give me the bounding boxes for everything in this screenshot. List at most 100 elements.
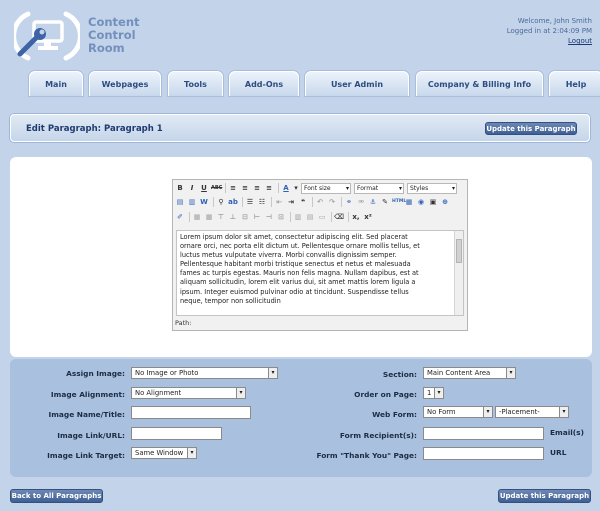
- indent-icon[interactable]: ⇥: [286, 197, 296, 207]
- chevron-down-icon: ▾: [268, 368, 277, 378]
- web-form-value: No Form: [427, 408, 456, 416]
- thank-you-page-label: Form "Thank You" Page:: [316, 451, 417, 460]
- chevron-down-icon: ▾: [559, 407, 568, 417]
- strikethrough-icon[interactable]: ABC: [211, 183, 222, 193]
- row-after-icon[interactable]: ⊥: [228, 212, 238, 222]
- toolbar-separator: [348, 212, 349, 222]
- order-on-page-select[interactable]: 1 ▾: [423, 387, 444, 399]
- image-icon[interactable]: ✎: [380, 197, 390, 207]
- media-icon[interactable]: ▦: [404, 197, 414, 207]
- blockquote-icon[interactable]: ❝: [298, 197, 308, 207]
- font-color-dropdown-icon[interactable]: ▾: [293, 183, 299, 193]
- assign-image-value: No Image or Photo: [135, 369, 199, 377]
- image-alignment-select[interactable]: No Alignment ▾: [131, 387, 246, 399]
- preview-icon[interactable]: ▣: [428, 197, 438, 207]
- unlink-icon[interactable]: ⚮: [356, 197, 366, 207]
- user-status: Welcome, John Smith Logged in at 2:04:09…: [507, 16, 592, 46]
- editor-scrollbar[interactable]: [454, 231, 463, 315]
- back-to-paragraphs-button[interactable]: Back to All Paragraphs: [10, 489, 103, 503]
- row-before-icon[interactable]: ⊤: [216, 212, 226, 222]
- toolbar-separator: [225, 183, 226, 193]
- replace-icon[interactable]: ab: [228, 197, 238, 207]
- superscript-icon[interactable]: x²: [363, 212, 373, 222]
- welcome-text: Welcome, John Smith: [517, 17, 592, 25]
- tab-webpages[interactable]: Webpages: [89, 71, 161, 96]
- update-paragraph-button-bottom[interactable]: Update this Paragraph: [498, 489, 591, 503]
- tab-help[interactable]: Help: [549, 71, 600, 96]
- zoom-icon[interactable]: ⊕: [440, 197, 450, 207]
- align-justify-icon[interactable]: ≡: [264, 183, 274, 193]
- align-left-icon[interactable]: ≡: [228, 183, 238, 193]
- image-link-target-label: Image Link Target:: [47, 451, 125, 460]
- merge-cells-icon[interactable]: ▤: [305, 212, 315, 222]
- tab-main[interactable]: Main: [29, 71, 83, 96]
- toolbar-separator: [290, 212, 291, 222]
- image-name-input[interactable]: [131, 406, 251, 419]
- section-value: Main Content Area: [427, 369, 491, 377]
- brand-name: Content Control Room: [88, 15, 140, 55]
- toolbar-separator: [242, 197, 243, 207]
- font-color-icon[interactable]: A: [281, 183, 291, 193]
- redo-icon[interactable]: ↷: [327, 197, 337, 207]
- update-paragraph-button-top[interactable]: Update this Paragraph: [485, 122, 577, 135]
- link-icon[interactable]: ⚭: [344, 197, 354, 207]
- col-after-icon[interactable]: ⊣: [264, 212, 274, 222]
- form-placement-select[interactable]: -Placement- ▾: [495, 406, 569, 418]
- remove-format-icon[interactable]: ⌫: [334, 212, 344, 222]
- horizontal-rule-icon[interactable]: ▭: [317, 212, 327, 222]
- font-size-select[interactable]: Font size: [301, 182, 351, 194]
- tab-add-ons[interactable]: Add-Ons: [229, 71, 299, 96]
- page-title-bar: Edit Paragraph: Paragraph 1 Update this …: [10, 114, 590, 142]
- outdent-icon[interactable]: ⇤: [274, 197, 284, 207]
- toolbar-row-1: B I U ABC ≡ ≡ ≡ ≡ A ▾ Font size Format S…: [175, 181, 460, 195]
- thank-you-page-input[interactable]: [423, 447, 544, 460]
- logout-link[interactable]: Logout: [507, 36, 592, 46]
- toolbar-separator: [213, 197, 214, 207]
- thank-you-page-hint: URL: [550, 448, 567, 457]
- section-label: Section:: [382, 370, 417, 379]
- html-icon[interactable]: HTML: [392, 197, 406, 207]
- subscript-icon[interactable]: x,: [351, 212, 361, 222]
- image-link-input[interactable]: [131, 427, 222, 440]
- section-select[interactable]: Main Content Area ▾: [423, 367, 516, 379]
- split-cells-icon[interactable]: ▥: [293, 212, 303, 222]
- image-link-target-select[interactable]: Same Window ▾: [131, 447, 197, 459]
- tab-tools[interactable]: Tools: [168, 71, 223, 96]
- page-title: Edit Paragraph: Paragraph 1: [26, 124, 163, 134]
- paste-text-icon[interactable]: ▥: [187, 197, 197, 207]
- toolbar-separator: [341, 197, 342, 207]
- chevron-down-icon: ▾: [187, 448, 196, 458]
- order-on-page-label: Order on Page:: [354, 390, 417, 399]
- image-name-label: Image Name/Title:: [48, 410, 125, 419]
- italic-icon[interactable]: I: [187, 183, 197, 193]
- table-props-icon[interactable]: ▦: [204, 212, 214, 222]
- col-before-icon[interactable]: ⊢: [252, 212, 262, 222]
- editor-content-text: Lorem ipsum dolor sit amet, consectetur …: [180, 233, 420, 305]
- help-icon[interactable]: ◉: [416, 197, 426, 207]
- paste-icon[interactable]: ▤: [175, 197, 185, 207]
- delete-col-icon[interactable]: ⊡: [276, 212, 286, 222]
- format-select[interactable]: Format: [354, 182, 404, 194]
- table-icon[interactable]: ▦: [192, 212, 202, 222]
- underline-icon[interactable]: U: [199, 183, 209, 193]
- anchor-icon[interactable]: ⚓: [368, 197, 378, 207]
- tab-company-billing[interactable]: Company & Billing Info: [416, 71, 543, 96]
- editor-scrollbar-thumb[interactable]: [456, 239, 462, 263]
- styles-select[interactable]: Styles: [407, 182, 457, 194]
- editor-content-area[interactable]: Lorem ipsum dolor sit amet, consectetur …: [176, 230, 464, 316]
- bold-icon[interactable]: B: [175, 183, 185, 193]
- web-form-select[interactable]: No Form ▾: [423, 406, 493, 418]
- delete-row-icon[interactable]: ⊟: [240, 212, 250, 222]
- bullet-list-icon[interactable]: ☰: [245, 197, 255, 207]
- paste-word-icon[interactable]: W: [199, 197, 209, 207]
- align-center-icon[interactable]: ≡: [240, 183, 250, 193]
- assign-image-select[interactable]: No Image or Photo ▾: [131, 367, 278, 379]
- edit-icon[interactable]: ✐: [175, 212, 185, 222]
- tab-user-admin[interactable]: User Admin: [305, 71, 409, 96]
- undo-icon[interactable]: ↶: [315, 197, 325, 207]
- form-recipients-input[interactable]: [423, 427, 544, 440]
- numbered-list-icon[interactable]: ☷: [257, 197, 267, 207]
- chevron-down-icon: ▾: [483, 407, 492, 417]
- align-right-icon[interactable]: ≡: [252, 183, 262, 193]
- find-icon[interactable]: ⚲: [216, 197, 226, 207]
